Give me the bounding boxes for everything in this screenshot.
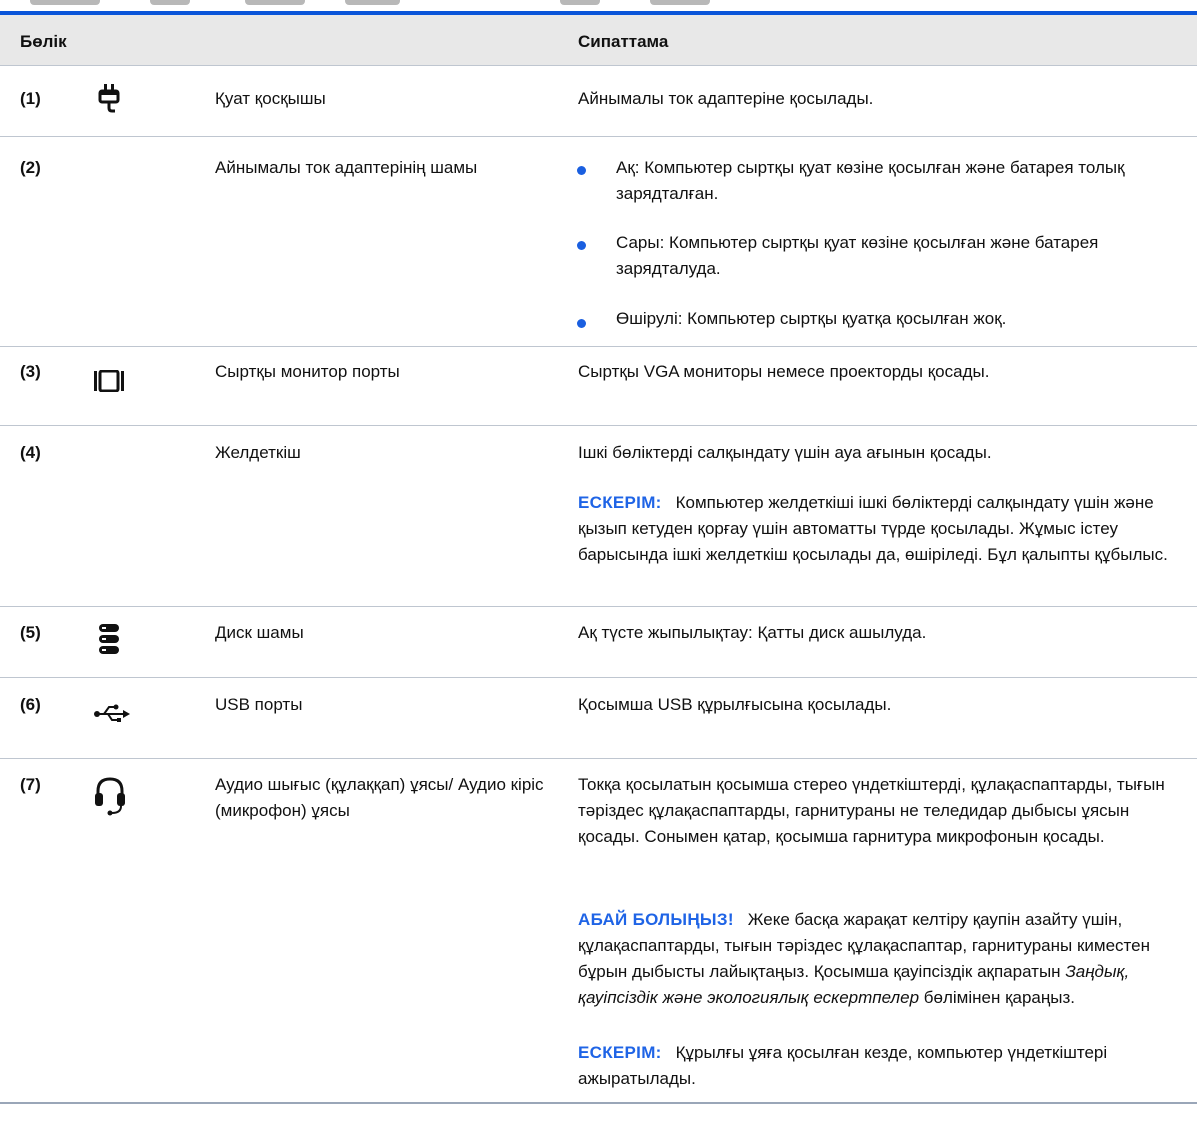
row-7-description: Токқа қосылатын қосымша стерео үндеткішт…	[578, 775, 1165, 846]
row-7-name: Аудио шығыс (құлаққап) ұясы/ Аудио кіріс…	[215, 775, 544, 820]
row-3-description: Сыртқы VGA мониторы немесе проекторды қо…	[578, 362, 990, 381]
row-1-number: (1)	[20, 89, 41, 108]
row-divider	[0, 758, 1197, 759]
warning-text-end: бөлімінен қараңыз.	[923, 988, 1075, 1007]
row-5-name: Диск шамы	[215, 623, 304, 642]
header-part: Бөлік	[20, 32, 67, 51]
row-6-number: (6)	[20, 695, 41, 714]
bullet-dot	[577, 319, 586, 328]
row-divider	[0, 677, 1197, 678]
note-label: ЕСКЕРІМ:	[578, 493, 662, 512]
row-divider	[0, 606, 1197, 607]
row-4-number: (4)	[20, 443, 41, 462]
row-divider	[0, 136, 1197, 137]
bullet-dot	[577, 166, 586, 175]
row-2-bullet-1: Ақ: Компьютер сыртқы қуат көзіне қосылға…	[616, 158, 1125, 203]
note-text: Компьютер желдеткіші ішкі бөліктерді сал…	[578, 493, 1168, 564]
warning-label: АБАЙ БОЛЫҢЫЗ!	[578, 910, 734, 929]
power-plug-icon	[94, 84, 124, 118]
headset-icon	[94, 776, 126, 816]
row-divider	[0, 346, 1197, 347]
row-2-name: Айнымалы ток адаптерінің шамы	[215, 158, 478, 177]
row-4-name: Желдеткіш	[215, 443, 301, 462]
row-7-number: (7)	[20, 775, 41, 794]
row-6-description: Қосымша USB құрылғысына қосылады.	[578, 695, 892, 714]
table-bottom-rule	[0, 1102, 1197, 1104]
row-3-name: Сыртқы монитор порты	[215, 362, 400, 381]
row-2-bullet-2: Сары: Компьютер сыртқы қуат көзіне қосыл…	[616, 233, 1099, 278]
row-2-number: (2)	[20, 158, 41, 177]
row-5-description: Ақ түсте жыпылықтау: Қатты диск ашылуда.	[578, 623, 927, 642]
row-2-bullet-3: Өшірулі: Компьютер сыртқы қуатқа қосылға…	[616, 309, 1007, 328]
row-5-number: (5)	[20, 623, 41, 642]
note-label: ЕСКЕРІМ:	[578, 1043, 662, 1062]
row-divider	[0, 425, 1197, 426]
row-4-description: Ішкі бөліктерді салқындату үшін ауа ағын…	[578, 443, 992, 462]
bullet-dot	[577, 241, 586, 250]
row-1-description: Айнымалы ток адаптеріне қосылады.	[578, 89, 874, 108]
row-6-name: USB порты	[215, 695, 303, 714]
usb-icon	[94, 704, 130, 724]
external-monitor-icon	[94, 370, 124, 392]
row-7-note: ЕСКЕРІМ: Құрылғы ұяға қосылған кезде, ком…	[578, 1040, 1193, 1092]
row-7-warning: АБАЙ БОЛЫҢЫЗ! Жеке басқа жарақат келтіру …	[578, 907, 1193, 1011]
row-1-name: Қуат қосқышы	[215, 89, 326, 108]
hard-drive-icon	[94, 624, 124, 654]
header-description: Сипаттама	[578, 32, 669, 51]
row-3-number: (3)	[20, 362, 41, 381]
row-4-note: ЕСКЕРІМ: Компьютер желдеткіші ішкі бөлікт…	[578, 490, 1193, 568]
